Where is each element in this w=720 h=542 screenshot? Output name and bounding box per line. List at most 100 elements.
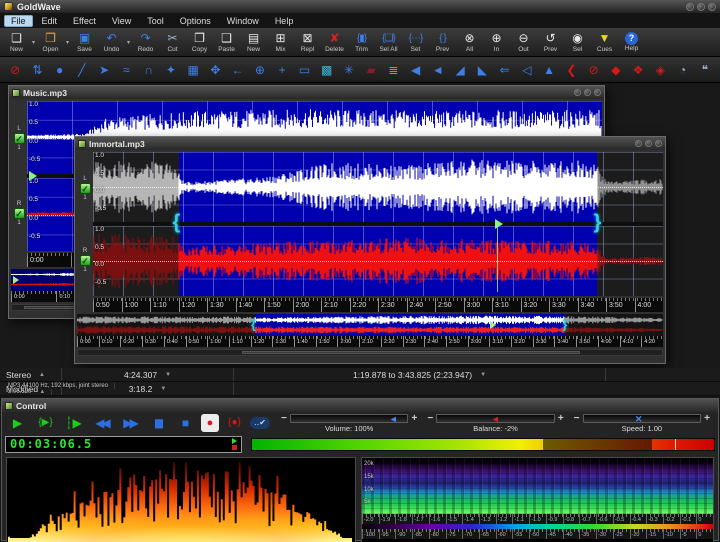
overview-strip[interactable]: 0:000:100:200:300:400:501:001:101:201:30…: [77, 314, 663, 347]
toolbar-button[interactable]: ⊞ Mix: [267, 29, 294, 56]
restore-button[interactable]: [697, 3, 705, 11]
toolbar-button[interactable]: {❏} Sel All: [375, 29, 402, 56]
speaker-outline-icon[interactable]: ◁: [516, 60, 538, 80]
right-channel-waveform[interactable]: 1.00.50.0-0.5: [93, 226, 663, 296]
speed-track[interactable]: [583, 414, 702, 423]
restore-button[interactable]: [584, 89, 591, 96]
stop-button[interactable]: ■: [173, 414, 198, 432]
play-button[interactable]: ▶: [5, 414, 30, 432]
balance-track[interactable]: [436, 414, 555, 423]
time-ruler[interactable]: 0:501:001:101:201:301:401:502:002:102:20…: [93, 298, 663, 312]
toolbar-button[interactable]: ◉ Sel: [564, 29, 591, 56]
play-selection-button[interactable]: {▶}: [33, 414, 58, 432]
toolbar-button[interactable]: {⋯} Set: [402, 29, 429, 56]
cross-arrows-icon[interactable]: ✥: [204, 60, 226, 80]
balance-thumb-icon[interactable]: [491, 413, 500, 425]
pointer-icon[interactable]: ➤: [93, 60, 115, 80]
menu-item[interactable]: Options: [173, 15, 218, 27]
fade-in-icon[interactable]: ◢: [449, 60, 471, 80]
balance-slider[interactable]: − + Balance: -2%: [422, 413, 568, 433]
toolbar-button[interactable]: ❏ New: [3, 29, 30, 56]
balance-increase-button[interactable]: +: [558, 414, 564, 424]
volume-increase-button[interactable]: +: [411, 414, 417, 424]
menu-item[interactable]: Tool: [140, 15, 171, 27]
menu-item[interactable]: Window: [220, 15, 266, 27]
diamond-icon[interactable]: ✦: [160, 60, 182, 80]
dropdown-arrow-icon[interactable]: ▾: [30, 39, 37, 46]
swap-arrows-icon[interactable]: ⇅: [26, 60, 48, 80]
toolbar-button[interactable]: ❐ Copy: [186, 29, 213, 56]
circle-plus-icon[interactable]: ⊕: [249, 60, 271, 80]
play-from-button[interactable]: ┆▶: [61, 414, 86, 432]
volume-track[interactable]: [290, 414, 409, 423]
record-button[interactable]: ●: [201, 414, 219, 432]
toolbar-button[interactable]: ✘ Delete: [321, 29, 348, 56]
toolbar-button[interactable]: ▣ Save: [71, 29, 98, 56]
toolbar-button[interactable]: ❑ Paste: [213, 29, 240, 56]
fire-spectrum-visual[interactable]: [6, 457, 356, 542]
ball-icon[interactable]: ●: [49, 60, 71, 80]
window-control[interactable]: Control ▶{▶}┆▶◀◀▶▶▮▮■●{●}‥✔ − + Volume: …: [1, 398, 719, 541]
spectrogram-visual[interactable]: 20k15k10k5k -2.0-1.9-1.8-1.7-1.6-1.5-1.4…: [361, 457, 714, 542]
fade-out-icon[interactable]: ◣: [471, 60, 493, 80]
channel-toggle[interactable]: L ✓ 1: [80, 176, 91, 201]
dropdown-arrow-icon[interactable]: ▾: [64, 39, 71, 46]
reverse-arrow-icon[interactable]: ←: [227, 60, 249, 80]
position-cell[interactable]: 3:06.520 ▲: [2, 389, 52, 395]
minimize-button[interactable]: [574, 89, 581, 96]
window-titlebar[interactable]: Music.mp3: [9, 86, 604, 99]
red-diamond-icon[interactable]: ◆: [605, 60, 627, 80]
horizontal-scrollbar[interactable]: [77, 349, 663, 356]
toolbar-button[interactable]: ✂ Cut: [159, 29, 186, 56]
volume-slider[interactable]: − + Volume: 100%: [276, 413, 422, 433]
window-titlebar[interactable]: Immortal.mp3: [75, 137, 665, 150]
toolbar-button[interactable]: ⊖ Out: [510, 29, 537, 56]
spark-icon[interactable]: ✳: [338, 60, 360, 80]
minimize-button[interactable]: [686, 3, 694, 11]
record-monitor-button[interactable]: ‥✔: [250, 417, 270, 429]
minimize-button[interactable]: [635, 140, 642, 147]
fast-forward-button[interactable]: ▶▶: [117, 414, 142, 432]
red-ornament-icon[interactable]: ❖: [627, 60, 649, 80]
mute-bubble-icon[interactable]: ⊘: [583, 60, 605, 80]
toolbar-button[interactable]: ↷ Redo: [132, 29, 159, 56]
selection-end-marker-icon[interactable]: [593, 211, 601, 234]
selection-cell[interactable]: 1:19.878 to 3:43.825 (2:23.947) ▼: [234, 368, 606, 381]
toolbar-button[interactable]: {▮} Trim: [348, 29, 375, 56]
toolbar-button[interactable]: ▤ New: [240, 29, 267, 56]
menu-item[interactable]: View: [105, 15, 138, 27]
record-selection-button[interactable]: {●}: [222, 414, 247, 432]
speed-thumb-icon[interactable]: [635, 413, 643, 425]
window-immortal[interactable]: Immortal.mp3 L ✓ 1: [74, 136, 666, 364]
toolbar-button[interactable]: { } Prev: [429, 29, 456, 56]
marker-icon[interactable]: ▲: [538, 60, 560, 80]
speaker-slider-icon[interactable]: ◄: [427, 60, 449, 80]
equalizer-icon[interactable]: ▩: [316, 60, 338, 80]
toolbar-button[interactable]: ❒ Open: [37, 29, 64, 56]
close-button[interactable]: [708, 3, 716, 11]
oval-icon[interactable]: ▭: [293, 60, 315, 80]
menu-item[interactable]: Effect: [66, 15, 103, 27]
red-gem-icon[interactable]: ◈: [649, 60, 671, 80]
channel-toggle[interactable]: L ✓ 1: [14, 126, 25, 151]
channel-toggle[interactable]: R ✓ 1: [14, 201, 25, 226]
rainbow-bars-icon[interactable]: ≣: [382, 60, 404, 80]
noise-wave-icon[interactable]: ≈: [115, 60, 137, 80]
curve-icon[interactable]: ∩: [138, 60, 160, 80]
selection-start-marker-icon[interactable]: [173, 211, 181, 234]
toolbar-button[interactable]: ▼ Cues: [591, 29, 618, 56]
toolbar-button[interactable]: ↶ Undo: [98, 29, 125, 56]
menu-item[interactable]: File: [4, 15, 33, 27]
scrollbar-thumb[interactable]: [242, 351, 581, 354]
toolbar-button[interactable]: ? Help: [618, 29, 645, 56]
channel-mode-cell[interactable]: Stereo ▲: [0, 368, 62, 381]
interpolate-icon[interactable]: +: [271, 60, 293, 80]
selection-end-marker-icon[interactable]: [563, 317, 568, 331]
clock-icon[interactable]: ◔: [672, 60, 694, 80]
dropdown-arrow-icon[interactable]: ▾: [125, 39, 132, 46]
line-edit-icon[interactable]: ╱: [71, 60, 93, 80]
app-titlebar[interactable]: GoldWave: [0, 0, 720, 13]
volume-thumb-icon[interactable]: [389, 413, 398, 425]
waveform-area[interactable]: 1.00.50.0-0.5 1.00.50.0-0.5: [93, 152, 663, 296]
restore-button[interactable]: [645, 140, 652, 147]
